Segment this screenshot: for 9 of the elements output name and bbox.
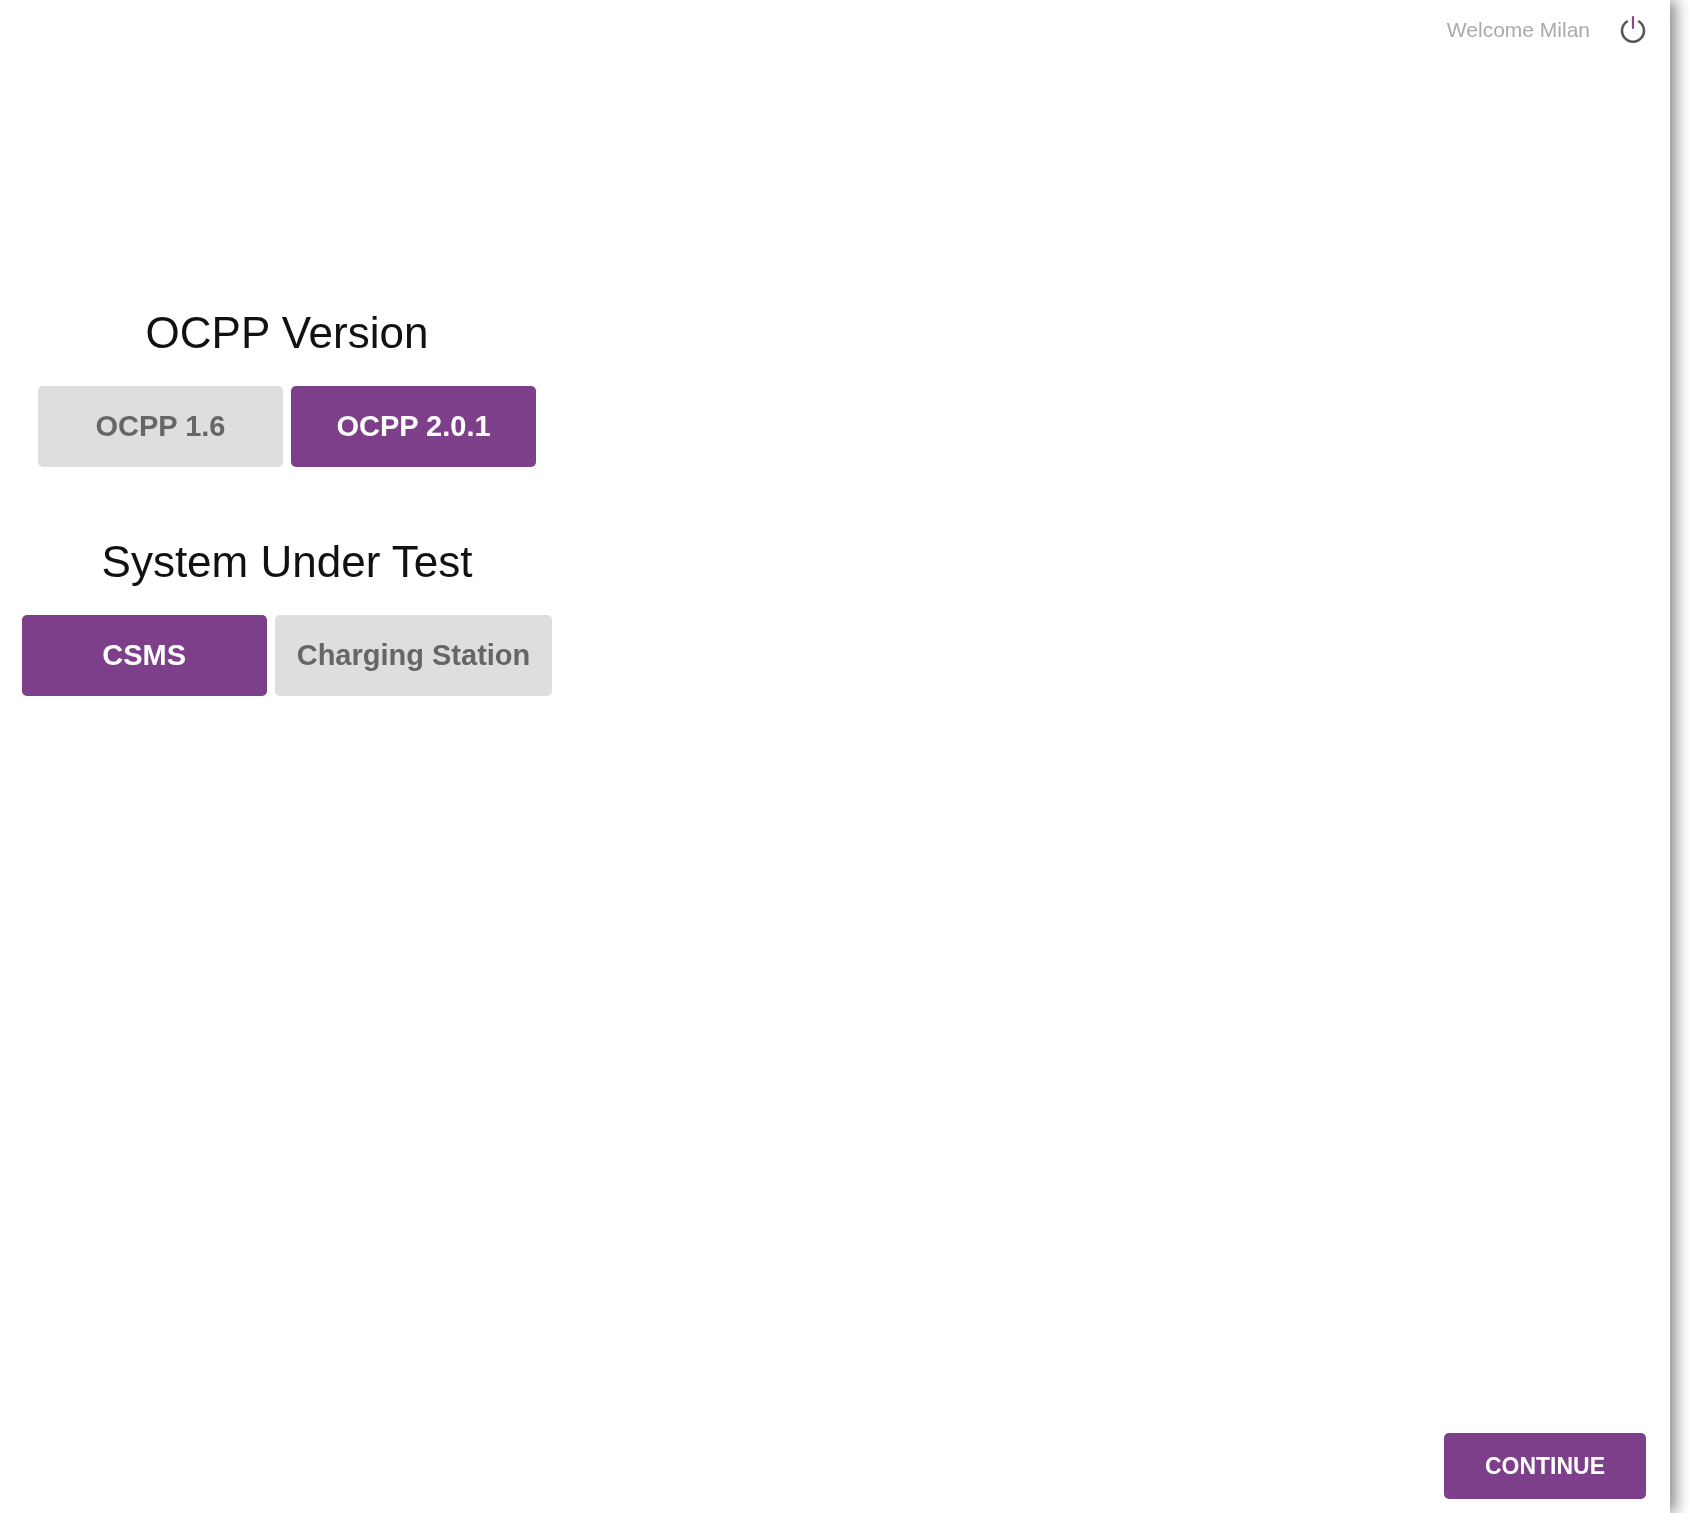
continue-button[interactable]: CONTINUE <box>1444 1433 1646 1499</box>
toggle-option[interactable]: OCPP 1.6 <box>38 386 283 467</box>
toggle-option[interactable]: OCPP 2.0.1 <box>291 386 536 467</box>
toggle-option[interactable]: Charging Station <box>274 615 553 696</box>
section-title: System Under Test <box>101 537 473 587</box>
welcome-text: Welcome Milan <box>1446 18 1590 42</box>
toggle-option[interactable]: CSMS <box>21 615 267 696</box>
section-title: OCPP Version <box>145 308 429 358</box>
power-icon[interactable] <box>1618 15 1648 45</box>
